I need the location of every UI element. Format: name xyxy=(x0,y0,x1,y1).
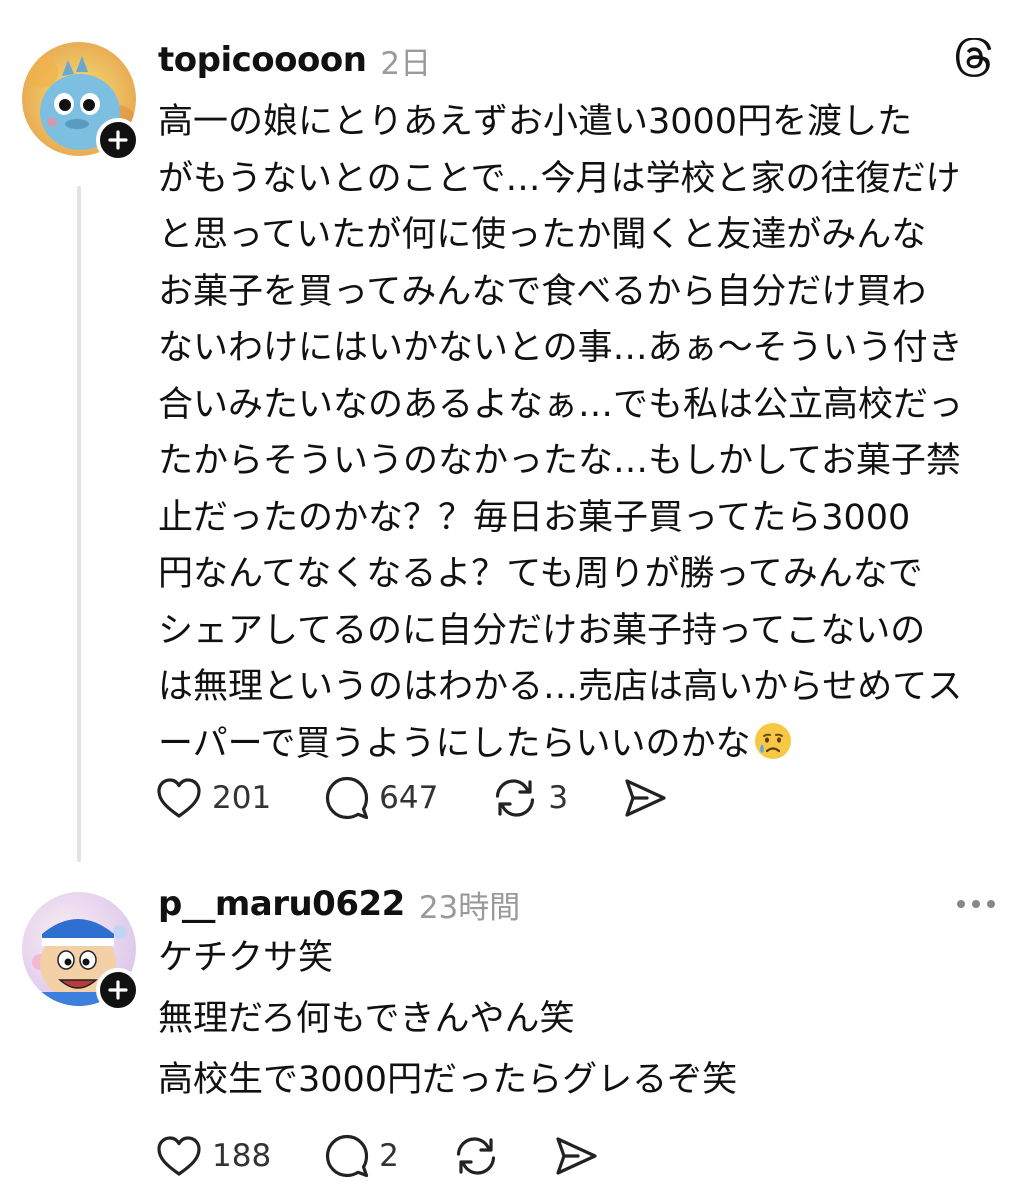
text-line: 無理だろ何もできんやん笑 xyxy=(158,999,575,1039)
send-icon xyxy=(625,779,666,817)
dot-icon xyxy=(957,900,965,908)
post-header: p__maru0622 23時間 xyxy=(158,880,995,928)
timestamp: 2日 xyxy=(380,45,432,82)
like-button[interactable]: 188 xyxy=(156,1135,271,1177)
text-line: 高校生で3000円だったらグレるぞ笑 xyxy=(158,1060,738,1100)
heart-icon xyxy=(157,1136,201,1176)
reply-count: 2 xyxy=(379,1138,399,1174)
action-bar: 188 2 xyxy=(156,1134,653,1178)
action-bar: 201 647 3 xyxy=(156,776,722,820)
repost-button[interactable]: 3 xyxy=(492,776,568,820)
like-button[interactable]: 201 xyxy=(156,777,271,819)
avatar[interactable] xyxy=(22,42,140,162)
repost-icon xyxy=(456,1137,496,1175)
repost-count: 3 xyxy=(548,780,569,816)
reply-count: 647 xyxy=(379,780,439,816)
text-line: 止だったのかな？？毎日お菓子買ってたら3000 xyxy=(158,497,911,538)
text-line: がもうないとのことで…今月は学校と家の往復だけ xyxy=(158,158,961,199)
post-text: 高一の娘にとりあえずお小遣い3000円を渡した がもうないとのことで…今月は学校… xyxy=(158,94,995,772)
text-line: 合いみたいなのあるよなぁ…でも私は公立高校だっ xyxy=(158,384,964,425)
follow-button[interactable] xyxy=(96,118,140,162)
repost-button[interactable] xyxy=(453,1134,499,1178)
reply-post: p__maru0622 23時間 ケチクサ笑 無理だろ何もできんやん笑 高校生で… xyxy=(0,862,1025,1200)
text-line: ーパーで買うようにしたらいいのかな xyxy=(158,723,751,764)
more-options-button[interactable] xyxy=(957,900,995,908)
text-line: たからそういうのなかったな…もしかしてお菓子禁 xyxy=(158,441,961,481)
username[interactable]: p__maru0622 xyxy=(158,884,405,924)
dot-icon xyxy=(987,900,995,908)
dot-icon xyxy=(972,900,980,908)
send-icon xyxy=(556,1137,597,1175)
text-line: 高一の娘にとりあえずお小遣い3000円を渡した xyxy=(158,102,913,142)
threads-icon[interactable] xyxy=(955,38,995,82)
timestamp: 23時間 xyxy=(418,889,521,926)
comment-icon xyxy=(326,1134,369,1178)
like-count: 201 xyxy=(212,780,272,816)
text-line: と思っていたが何に使ったか聞くと友達がみんな xyxy=(158,215,927,255)
username[interactable]: topicoooon xyxy=(158,40,367,80)
avatar[interactable] xyxy=(22,892,140,1012)
reply-button[interactable]: 2 xyxy=(325,1134,399,1178)
reply-button[interactable]: 647 xyxy=(325,776,438,820)
like-count: 188 xyxy=(212,1138,272,1174)
text-line-last: ーパーで買うようにしたらいいのかな xyxy=(158,716,995,773)
text-line: ないわけにはいかないとの事…あぁ〜そういう付き xyxy=(158,328,963,368)
post-header: topicoooon 2日 xyxy=(158,36,995,84)
sad-relieved-face-icon xyxy=(754,722,791,759)
text-line: お菓子を買ってみんなで食べるから自分だけ買わ xyxy=(158,271,927,312)
heart-icon xyxy=(157,778,201,818)
text-line: 円なんてなくなるよ？ても周りが勝ってみんなで xyxy=(158,554,923,594)
text-line: ケチクサ笑 xyxy=(158,938,334,978)
follow-button[interactable] xyxy=(96,968,140,1012)
plus-icon xyxy=(108,130,128,150)
share-button[interactable] xyxy=(553,1135,599,1177)
share-button[interactable] xyxy=(622,777,668,819)
text-line: は無理というのはわかる…売店は高いからせめてス xyxy=(158,667,963,707)
repost-icon xyxy=(496,779,535,817)
post-text: ケチクサ笑 無理だろ何もできんやん笑 高校生で3000円だったらグレるぞ笑 xyxy=(158,928,995,1111)
comment-icon xyxy=(326,776,369,820)
post: topicoooon 2日 高一の娘にとりあえずお小遣い3000円を渡した がも… xyxy=(0,0,1025,862)
text-line: シェアしてるのに自分だけお菓子持ってこないの xyxy=(158,610,926,651)
plus-icon xyxy=(108,980,128,1000)
thread-connector-line xyxy=(77,186,81,862)
